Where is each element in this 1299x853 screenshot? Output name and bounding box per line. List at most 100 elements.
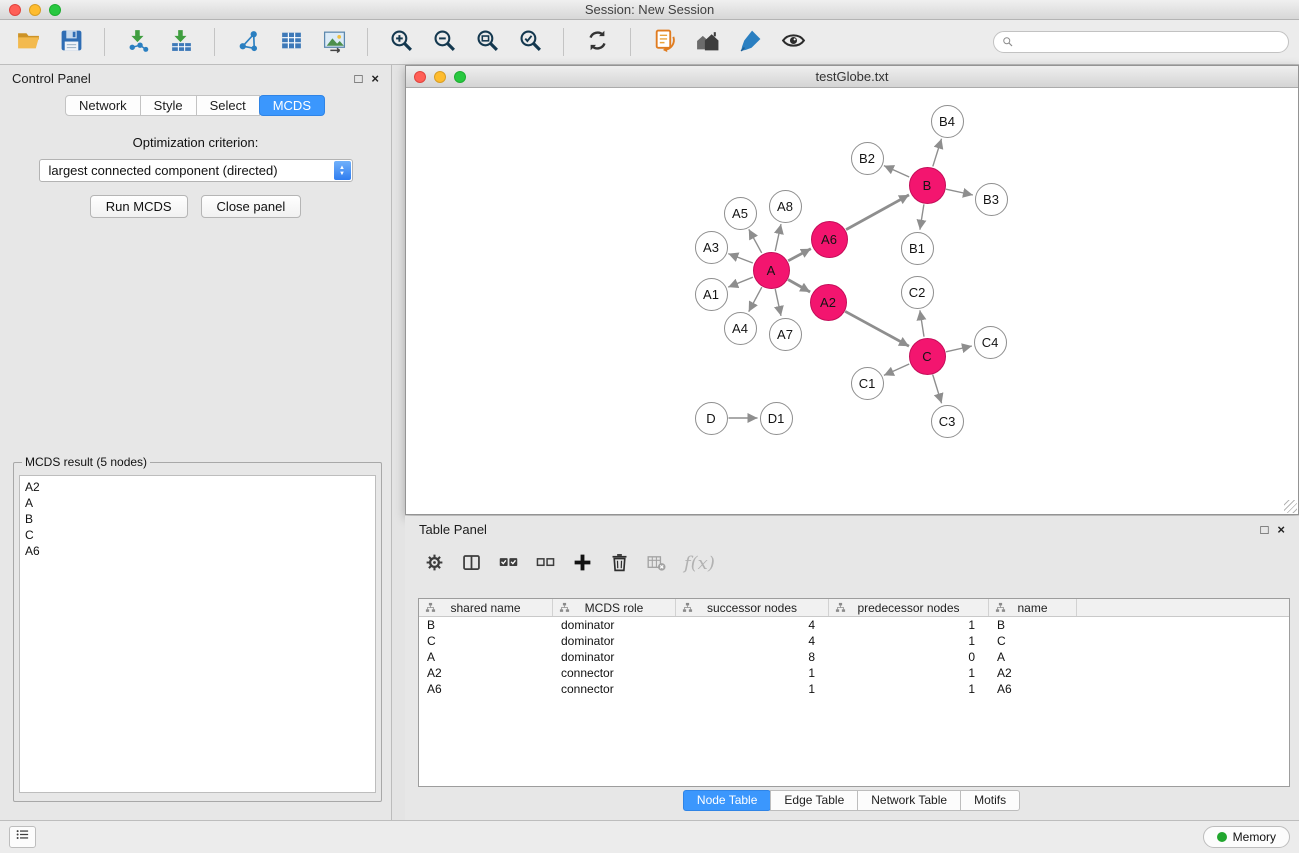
table-body: Bdominator41BCdominator41CAdominator80AA…	[419, 617, 1289, 697]
table-row[interactable]: Bdominator41B	[419, 617, 1289, 633]
column-header-mcds-role[interactable]: MCDS role	[553, 599, 676, 616]
graph-edge-B-B1	[920, 204, 924, 229]
eye-icon	[781, 28, 806, 56]
graph-node-C4[interactable]: C4	[974, 326, 1007, 359]
table-row[interactable]: A2connector11A2	[419, 665, 1289, 681]
new-network-button[interactable]	[230, 25, 266, 59]
save-button[interactable]	[53, 25, 89, 59]
select-all-button[interactable]	[493, 549, 524, 578]
graph-node-A8[interactable]: A8	[769, 190, 802, 223]
column-header-predecessor-nodes[interactable]: predecessor nodes	[829, 599, 989, 616]
task-history-button[interactable]	[9, 826, 36, 848]
table-row[interactable]: Adominator80A	[419, 649, 1289, 665]
new-table-button[interactable]	[273, 25, 309, 59]
column-edit-icon	[835, 602, 846, 613]
search-input[interactable]	[1019, 35, 1280, 49]
network-zoom-button[interactable]	[454, 71, 466, 83]
mcds-result-item[interactable]: A2	[25, 479, 370, 495]
cell-predecessor-nodes: 1	[829, 618, 989, 632]
graph-node-A3[interactable]: A3	[695, 231, 728, 264]
column-header-successor-nodes[interactable]: successor nodes	[676, 599, 829, 616]
column-label: shared name	[450, 601, 520, 615]
home-button[interactable]	[689, 25, 725, 59]
network-window-titlebar[interactable]: testGlobe.txt	[406, 66, 1298, 88]
graph-node-C1[interactable]: C1	[851, 367, 884, 400]
mcds-result-item[interactable]: C	[25, 527, 370, 543]
network-close-button[interactable]	[414, 71, 426, 83]
resize-grip-icon[interactable]	[1284, 500, 1297, 513]
graph-node-C2[interactable]: C2	[901, 276, 934, 309]
style-pen-button[interactable]	[732, 25, 768, 59]
graph-node-A4[interactable]: A4	[724, 312, 757, 345]
minimize-window-button[interactable]	[29, 4, 41, 16]
close-window-button[interactable]	[9, 4, 21, 16]
network-traffic-lights	[414, 71, 466, 83]
tab-motifs[interactable]: Motifs	[960, 790, 1020, 811]
graph-node-B3[interactable]: B3	[975, 183, 1008, 216]
network-canvas[interactable]: B4 B2 B B3 A8 A5 A6 A3 B1 A C2 A1 A2 A4 A7 C4 C C1 D D1 C3	[406, 88, 1298, 513]
tab-edge-table[interactable]: Edge Table	[770, 790, 858, 811]
close-panel-icon[interactable]: ×	[371, 71, 379, 86]
optimization-criterion-select[interactable]: largest connected component (directed) ▲…	[39, 159, 353, 182]
memory-button[interactable]: Memory	[1203, 826, 1290, 848]
open-folder-button[interactable]	[10, 25, 46, 59]
float-panel-icon[interactable]: □	[355, 71, 363, 86]
tab-network-table[interactable]: Network Table	[857, 790, 961, 811]
graph-node-A6[interactable]: A6	[811, 221, 848, 258]
refresh-button[interactable]	[579, 25, 615, 59]
mcds-result-list[interactable]: A2ABCA6	[19, 475, 376, 793]
mcds-result-item[interactable]: B	[25, 511, 370, 527]
column-header-name[interactable]: name	[989, 599, 1077, 616]
add-row-button[interactable]	[567, 549, 598, 578]
graph-node-A7[interactable]: A7	[769, 318, 802, 351]
table-row[interactable]: Cdominator41C	[419, 633, 1289, 649]
trash-button[interactable]	[604, 549, 635, 578]
zoom-selected-button[interactable]	[512, 25, 548, 59]
zoom-out-button[interactable]	[426, 25, 462, 59]
cell-name: B	[989, 618, 1077, 632]
run-mcds-button[interactable]: Run MCDS	[90, 195, 188, 218]
zoom-fit-button[interactable]	[469, 25, 505, 59]
import-network-button[interactable]	[120, 25, 156, 59]
graph-node-D1[interactable]: D1	[760, 402, 793, 435]
import-table-button[interactable]	[163, 25, 199, 59]
graph-node-A5[interactable]: A5	[724, 197, 757, 230]
function-builder-button: f(x)	[684, 553, 715, 574]
graph-node-B4[interactable]: B4	[931, 105, 964, 138]
float-table-panel-icon[interactable]: □	[1261, 522, 1269, 537]
zoom-window-button[interactable]	[49, 4, 61, 16]
tab-select[interactable]: Select	[196, 95, 260, 116]
tab-style[interactable]: Style	[140, 95, 197, 116]
graph-node-A2[interactable]: A2	[810, 284, 847, 321]
table-row[interactable]: A6connector11A6	[419, 681, 1289, 697]
graph-edge-A-A8	[775, 224, 781, 251]
tab-mcds[interactable]: MCDS	[259, 95, 325, 116]
export-image-button[interactable]	[316, 25, 352, 59]
graph-node-B2[interactable]: B2	[851, 142, 884, 175]
close-table-panel-icon[interactable]: ×	[1277, 522, 1285, 537]
graph-node-B1[interactable]: B1	[901, 232, 934, 265]
search-box[interactable]	[993, 31, 1289, 53]
memory-label: Memory	[1233, 830, 1276, 844]
graph-node-D[interactable]: D	[695, 402, 728, 435]
zoom-in-button[interactable]	[383, 25, 419, 59]
tab-network[interactable]: Network	[65, 95, 141, 116]
tab-node-table[interactable]: Node Table	[683, 790, 772, 811]
cell-successor-nodes: 4	[676, 634, 829, 648]
graph-node-C3[interactable]: C3	[931, 405, 964, 438]
mcds-result-item[interactable]: A6	[25, 543, 370, 559]
column-header-shared-name[interactable]: shared name	[419, 599, 553, 616]
graph-node-A[interactable]: A	[753, 252, 790, 289]
graph-node-B[interactable]: B	[909, 167, 946, 204]
graph-node-A1[interactable]: A1	[695, 278, 728, 311]
graph-edge-B-B3	[946, 189, 973, 195]
network-minimize-button[interactable]	[434, 71, 446, 83]
mcds-result-item[interactable]: A	[25, 495, 370, 511]
gear-button[interactable]	[419, 549, 450, 578]
deselect-all-button[interactable]	[530, 549, 561, 578]
eye-button[interactable]	[775, 25, 811, 59]
graph-node-C[interactable]: C	[909, 338, 946, 375]
close-panel-button[interactable]: Close panel	[201, 195, 302, 218]
columns-button[interactable]	[456, 549, 487, 578]
snapshot-button[interactable]	[646, 25, 682, 59]
